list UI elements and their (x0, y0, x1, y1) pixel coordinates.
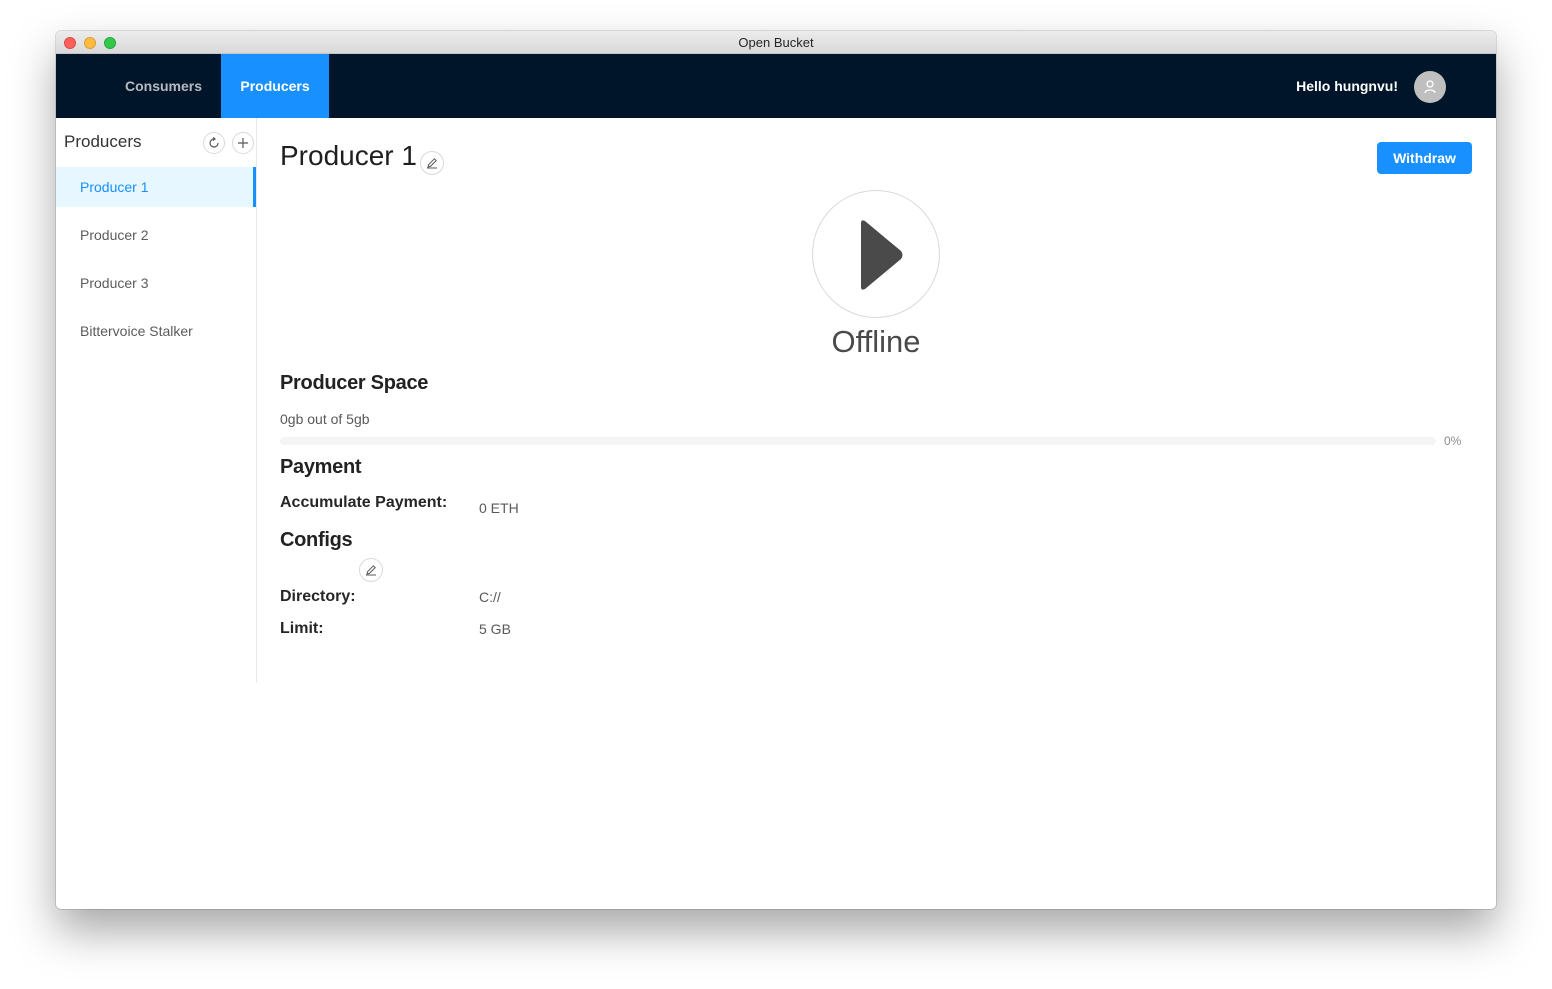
space-progress-bar (280, 437, 1436, 445)
start-producer-button[interactable] (812, 190, 940, 318)
avatar[interactable] (1414, 71, 1446, 103)
accumulate-payment-value: 0 ETH (479, 500, 519, 516)
producer-status: Offline (831, 324, 921, 359)
top-navbar: Consumers Producers Hello hungnvu! (56, 54, 1496, 118)
limit-value: 5 GB (479, 621, 511, 637)
payment-title: Payment (280, 456, 362, 478)
directory-label: Directory: (280, 588, 356, 605)
configs-title: Configs (280, 529, 353, 551)
user-greeting: Hello hungnvu! (1296, 78, 1398, 94)
edit-configs-button[interactable] (359, 558, 383, 582)
play-icon (861, 220, 903, 290)
sidebar-title: Producers (64, 132, 142, 151)
sidebar-item-producer-2[interactable]: Producer 2 (56, 215, 256, 255)
tab-consumers[interactable]: Consumers (106, 54, 221, 118)
window-title: Open Bucket (738, 35, 814, 50)
producer-space-title: Producer Space (280, 372, 429, 394)
space-progress-text: 0% (1444, 434, 1462, 448)
add-producer-button[interactable] (232, 132, 254, 154)
directory-value: C:// (479, 589, 501, 605)
sidebar-item-producer-1[interactable]: Producer 1 (56, 167, 256, 207)
pencil-icon (427, 158, 437, 169)
app-window: Open Bucket Consumers Producers Hello hu… (56, 31, 1496, 909)
accumulate-payment-label: Accumulate Payment: (280, 494, 448, 511)
edit-name-button[interactable] (420, 151, 444, 175)
producer-detail: Producer 1 Withdraw Offline Producer Spa… (256, 118, 1496, 909)
page-title: Producer 1 (280, 140, 417, 171)
plus-icon (238, 138, 248, 148)
sidebar-item-bittervoice-stalker[interactable]: Bittervoice Stalker (56, 311, 256, 351)
refresh-icon (209, 137, 219, 148)
pencil-icon (366, 565, 376, 576)
producers-sidebar: Producers Producer 1 Producer 2 Producer… (56, 118, 257, 683)
withdraw-button[interactable]: Withdraw (1377, 142, 1472, 174)
tab-producers[interactable]: Producers (221, 54, 329, 118)
sidebar-item-producer-3[interactable]: Producer 3 (56, 263, 256, 303)
limit-label: Limit: (280, 620, 324, 637)
title-bar: Open Bucket (56, 31, 1496, 54)
refresh-button[interactable] (203, 132, 225, 154)
space-usage-text: 0gb out of 5gb (280, 411, 370, 427)
user-icon (1424, 80, 1436, 94)
